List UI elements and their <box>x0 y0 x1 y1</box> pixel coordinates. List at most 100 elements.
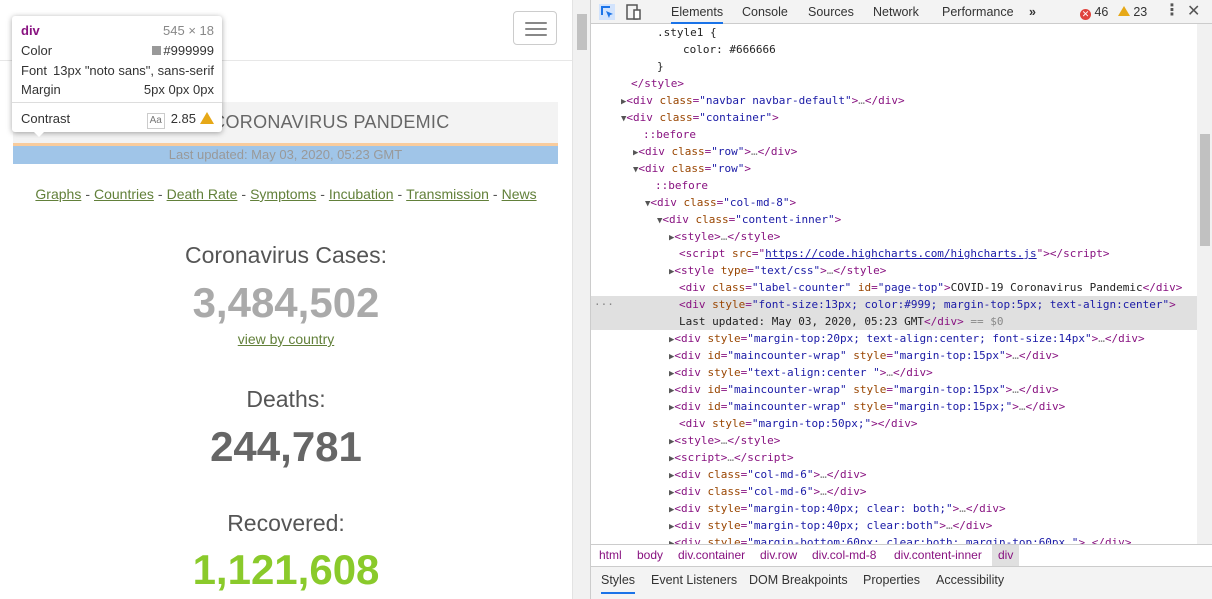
script-src-link[interactable]: https://code.highcharts.com/highcharts.j… <box>765 247 1037 260</box>
section-links: Graphs - Countries - Death Rate - Symptoms - Inc… <box>0 186 572 202</box>
devtools-toolbar: Elements Console Sources Network Perform… <box>591 0 1212 24</box>
inspect-element-icon[interactable] <box>598 3 616 21</box>
tooltip-tag: div <box>21 23 40 38</box>
dom-line[interactable]: ▼<div class="row"> <box>633 160 1197 177</box>
tab-accessibility[interactable]: Accessibility <box>936 567 1004 594</box>
dom-line[interactable]: </style> <box>631 75 1197 92</box>
tab-properties[interactable]: Properties <box>863 567 920 594</box>
view-by-country-link[interactable]: view by country <box>238 331 334 347</box>
color-swatch-icon <box>152 46 162 55</box>
dom-line[interactable]: ▶<div style="margin-top:40px; clear: bot… <box>669 500 1197 517</box>
dom-line[interactable]: ::before <box>643 126 1197 143</box>
dom-line[interactable]: ▶<div id="maincounter-wrap" style="margi… <box>669 381 1197 398</box>
dom-line[interactable]: ▶<div style="margin-bottom:60px; clear:b… <box>669 534 1197 544</box>
dom-line[interactable]: ▼<div class="container"> <box>621 109 1197 126</box>
dom-line[interactable]: ▶<style type="text/css">…</style> <box>669 262 1197 279</box>
link-symptoms[interactable]: Symptoms <box>250 186 316 202</box>
breadcrumb-content-inner[interactable]: div.content-inner <box>894 545 982 566</box>
more-tabs-icon[interactable]: » <box>1029 0 1036 24</box>
tab-dom-breakpoints[interactable]: DOM Breakpoints <box>749 567 848 594</box>
link-graphs[interactable]: Graphs <box>35 186 81 202</box>
menu-bar-icon <box>525 34 547 36</box>
link-separator: - <box>241 186 247 202</box>
link-transmission[interactable]: Transmission <box>406 186 489 202</box>
dom-line[interactable]: ▶<style>…</style> <box>669 228 1197 245</box>
link-incubation[interactable]: Incubation <box>329 186 394 202</box>
dom-line[interactable]: <div style="margin-top:50px;"></div> <box>679 415 1197 432</box>
tooltip-contrast-row: Contrast Aa 2.85 <box>21 111 214 129</box>
breadcrumb-container[interactable]: div.container <box>678 545 745 566</box>
tab-network[interactable]: Network <box>873 0 919 24</box>
dom-line[interactable]: ▼<div class="col-md-8"> <box>645 194 1197 211</box>
dom-line[interactable]: ▶<style>…</style> <box>669 432 1197 449</box>
breadcrumb-row[interactable]: div.row <box>760 545 797 566</box>
dom-line[interactable]: color: #666666 <box>683 41 1197 58</box>
webpage-viewport: COVID-19 CORONAVIRUS PANDEMIC Last updat… <box>0 0 572 599</box>
page-scrollbar-thumb[interactable] <box>577 14 587 50</box>
cases-count: 3,484,502 <box>192 279 380 326</box>
link-countries[interactable]: Countries <box>94 186 154 202</box>
warning-icon <box>200 112 214 124</box>
tooltip-color-row: Color #999999 <box>21 43 214 59</box>
breadcrumb-body[interactable]: body <box>637 545 663 566</box>
dom-line[interactable]: ▶<div class="col-md-6">…</div> <box>669 466 1197 483</box>
inspect-tooltip: div 545 × 18 Color #999999 Font 13px "no… <box>12 16 222 137</box>
dom-line[interactable]: <script src="https://code.highcharts.com… <box>679 245 1197 262</box>
link-separator: - <box>397 186 403 202</box>
issues-badge[interactable]: ✕ 46 23 <box>1080 0 1147 24</box>
dom-line-selected[interactable]: ··· <div style="font-size:13px; color:#99… <box>591 296 1197 313</box>
tooltip-margin-row: Margin 5px 0px 0px <box>21 82 214 98</box>
warning-count: 23 <box>1133 5 1148 19</box>
tab-console[interactable]: Console <box>742 0 788 24</box>
breadcrumb-div[interactable]: div <box>992 545 1020 566</box>
tooltip-font-value: 13px "noto sans", sans-serif <box>53 63 214 78</box>
link-separator: - <box>85 186 90 202</box>
menu-bar-icon <box>525 22 547 24</box>
dom-line[interactable]: <div class="label-counter" id="page-top"… <box>679 279 1197 296</box>
tooltip-contrast: Aa 2.85 <box>146 111 214 129</box>
warning-icon <box>1117 6 1130 16</box>
dom-line[interactable]: ::before <box>655 177 1197 194</box>
dom-line[interactable]: ▶<div class="row">…</div> <box>633 143 1197 160</box>
tooltip-font-label: Font <box>21 63 48 78</box>
link-separator: - <box>320 186 325 202</box>
devtools-panel: Elements Console Sources Network Perform… <box>590 0 1212 599</box>
dom-line[interactable]: ▶<div id="maincounter-wrap" style="margi… <box>669 398 1197 415</box>
page-scrollbar[interactable] <box>572 0 590 599</box>
breadcrumb-col-md-8[interactable]: div.col-md-8 <box>812 545 876 566</box>
breadcrumb-html[interactable]: html <box>599 545 622 566</box>
dom-line[interactable]: } <box>657 58 1197 75</box>
dom-line[interactable]: ▶<div style="margin-top:40px; clear:both… <box>669 517 1197 534</box>
tooltip-color-label: Color <box>21 43 53 58</box>
dom-line[interactable]: ▶<div style="text-align:center ">…</div> <box>669 364 1197 381</box>
dom-line[interactable]: ▶<div style="margin-top:20px; text-align… <box>669 330 1197 347</box>
tab-performance[interactable]: Performance <box>942 0 1014 24</box>
last-updated-text: Last updated: May 03, 2020, 05:23 GMT <box>168 147 403 162</box>
dom-tree: .style1 { color: #666666 } </style> ▶<di… <box>591 24 1197 544</box>
tooltip-margin-label: Margin <box>21 82 61 97</box>
dom-line[interactable]: ▶<div class="navbar navbar-default">…</d… <box>621 92 1197 109</box>
dom-line[interactable]: ▶<script>…</script> <box>669 449 1197 466</box>
dom-line[interactable]: ▶<div class="col-md-6">…</div> <box>669 483 1197 500</box>
deaths-count: 244,781 <box>210 423 362 470</box>
link-news[interactable]: News <box>502 186 537 202</box>
tab-event-listeners[interactable]: Event Listeners <box>651 567 737 594</box>
menu-bar-icon <box>525 28 547 30</box>
tab-elements[interactable]: Elements <box>671 0 724 24</box>
dom-line[interactable]: ▶<div id="maincounter-wrap" style="margi… <box>669 347 1197 364</box>
device-toolbar-icon[interactable] <box>626 3 642 21</box>
tab-styles[interactable]: Styles <box>601 567 636 594</box>
dom-line[interactable]: .style1 { <box>657 24 1197 41</box>
link-death-rate[interactable]: Death Rate <box>167 186 238 202</box>
dom-line[interactable]: ▼<div class="content-inner"> <box>657 211 1197 228</box>
tab-sources[interactable]: Sources <box>808 0 854 24</box>
close-icon[interactable]: ✕ <box>1187 0 1200 24</box>
more-options-icon[interactable]: ⋮ <box>1164 0 1180 24</box>
dom-tree-scrollbar-thumb[interactable] <box>1200 134 1210 246</box>
dom-line-selected[interactable]: Last updated: May 03, 2020, 05:23 GMT</d… <box>591 313 1197 330</box>
error-count: 46 <box>1094 5 1109 19</box>
styles-pane-tabs: Styles Event Listeners DOM Breakpoints P… <box>591 566 1212 599</box>
dom-tree-scrollbar[interactable] <box>1197 24 1212 544</box>
hamburger-menu-button[interactable] <box>513 11 557 45</box>
recovered-label: Recovered: <box>227 510 345 536</box>
